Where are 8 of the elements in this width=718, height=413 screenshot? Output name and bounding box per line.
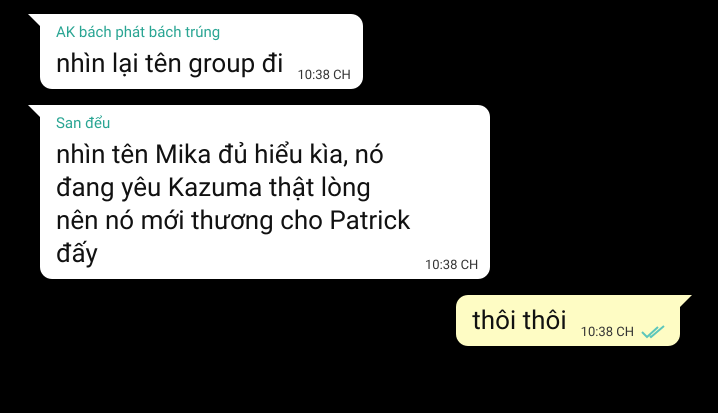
sender-name: AK bách phát bách trúng <box>56 22 222 42</box>
message-text: thôi thôi <box>472 305 567 338</box>
sender-name: San đểu <box>56 113 112 133</box>
message-time: 10:38 CH <box>298 68 351 83</box>
message-time: 10:38 CH <box>425 258 478 273</box>
message-time: 10:38 CH <box>580 324 634 340</box>
message-text: nhìn lại tên group đi <box>56 48 284 81</box>
message-text: nhìn tên Mika đủ hiểu kìa, nó đang yêu Kazuma thật lòng nên nó mới thương cho Patrick đấy <box>56 139 411 271</box>
